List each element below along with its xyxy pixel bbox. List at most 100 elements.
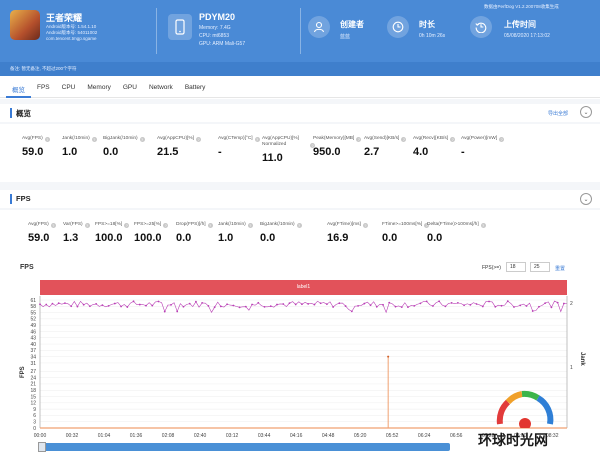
tab-overview[interactable]: 概览	[6, 78, 31, 98]
user-icon	[308, 16, 330, 38]
upload-label: 上传时间	[504, 20, 536, 29]
help-icon[interactable]: ?	[50, 223, 56, 228]
stat-label-text: Jank(/10min)	[62, 136, 90, 141]
help-icon[interactable]: ?	[195, 137, 201, 142]
report-header: 王者荣耀 Android版本号: 1.54.1.10 Android版本号: 5…	[0, 0, 600, 62]
stat-label: Avg(Recv)[KB/s]?	[413, 136, 456, 142]
fps-stat: Var(FPS)? 1.3	[63, 222, 90, 244]
help-icon[interactable]: ?	[401, 137, 407, 142]
tab-bar: 概览 FPS CPU Memory GPU Network Battery	[0, 78, 600, 98]
label-bar[interactable]: label1	[40, 280, 567, 295]
stat-label-text: FPS>=18[%]	[95, 222, 123, 227]
note-bar[interactable]: 备注: 暂无备注, 不超过200个字符	[0, 62, 600, 76]
stat-label: Avg(FPS)?	[22, 136, 50, 142]
game-meta: Android版本号: 1.54.1.10 Android版本号: 540110…	[46, 24, 98, 41]
help-icon[interactable]: ?	[44, 137, 50, 142]
stat-label: BigJank(/10min)?	[260, 222, 302, 228]
section-accent	[10, 194, 12, 204]
stat-value: 100.0	[134, 232, 162, 244]
stat-label: BigJank(/10min)?	[103, 136, 145, 142]
help-icon[interactable]: ?	[296, 223, 302, 228]
header-divider	[156, 8, 157, 54]
help-icon[interactable]: ?	[247, 223, 253, 228]
tab-network[interactable]: Network	[143, 78, 179, 98]
fps-stat: FPS>=25[%]? 100.0	[134, 222, 169, 244]
overview-stat: Avg(Send)[KB/s]? 2.7	[364, 136, 407, 158]
collapse-button[interactable]: ⌄	[580, 193, 592, 205]
chevron-down-icon: ⌄	[583, 109, 589, 116]
history-icon	[470, 16, 492, 38]
chevron-down-icon: ⌄	[583, 196, 589, 203]
stat-value: 100.0	[95, 232, 123, 244]
tab-cpu[interactable]: CPU	[56, 78, 82, 98]
stat-label-text: Jank(/10min)	[218, 222, 246, 227]
help-icon[interactable]: ?	[356, 137, 362, 142]
stat-value: 0.0	[176, 232, 192, 244]
stat-label-text: FPS>=25[%]	[134, 222, 162, 227]
help-icon[interactable]: ?	[362, 223, 368, 228]
tab-battery[interactable]: Battery	[179, 78, 212, 98]
stat-label-text: Var(FPS)	[63, 222, 83, 227]
fps-section-header: FPS ⌄	[0, 190, 600, 208]
overview-stat: Avg(AppCPU)[%]? 21.5	[157, 136, 201, 158]
fps-stat: FPS>=18[%]? 100.0	[95, 222, 130, 244]
timeline-scrollbar[interactable]	[38, 443, 450, 451]
stat-value: 1.0	[218, 232, 234, 244]
fps-threshold-input-1[interactable]: 18	[506, 262, 526, 272]
stat-value: -	[218, 146, 222, 158]
stat-label-text: BigJank(/10min)	[260, 222, 295, 227]
stat-value: 0.0	[103, 146, 119, 158]
duration-value: 0h 10m 26s	[419, 33, 446, 39]
chart-title: FPS	[20, 264, 34, 271]
overview-section-header: 概览 导出全部	[0, 104, 600, 122]
help-icon[interactable]: ?	[139, 137, 145, 142]
stat-label-text: Avg(Recv)[KB/s]	[413, 136, 449, 141]
collapse-button[interactable]: ⌄	[580, 106, 592, 118]
perfdog-note: 数据由PerfDog V1.2.200708收集生成	[484, 4, 559, 9]
help-icon[interactable]: ?	[480, 223, 486, 228]
tab-fps[interactable]: FPS	[31, 78, 56, 98]
help-icon[interactable]: ?	[91, 137, 97, 142]
tab-memory[interactable]: Memory	[81, 78, 116, 98]
stat-label-text: Avg(AppCPU)[%]	[157, 136, 194, 141]
export-all-link[interactable]: 导出全部	[548, 110, 568, 117]
stat-label: Jank(/10min)?	[218, 222, 253, 228]
stat-value: 0.0	[427, 232, 443, 244]
fps-filter-label: FPS(>=)	[482, 265, 501, 271]
stat-label: Var(FPS)?	[63, 222, 90, 228]
overview-stat: Peak(Memory)[MB]? 950.0	[313, 136, 362, 158]
stat-value: 21.5	[157, 146, 179, 158]
reset-link[interactable]: 重置	[555, 265, 565, 272]
timeline-scroll-handle[interactable]	[38, 442, 46, 452]
help-icon[interactable]: ?	[450, 137, 456, 142]
duration-label: 时长	[419, 20, 435, 29]
fps-stat: Avg(FTime)[ms]? 16.9	[327, 222, 368, 244]
help-icon[interactable]: ?	[163, 223, 169, 228]
fps-stat: Drop(FPS)[/h]? 0.0	[176, 222, 213, 244]
help-icon[interactable]: ?	[124, 223, 130, 228]
overview-stat: Avg(FPS)? 59.0	[22, 136, 50, 158]
help-icon[interactable]: ?	[207, 223, 213, 228]
stat-label-text: FTime>=100ms[%]	[382, 222, 423, 227]
section-accent	[10, 108, 12, 118]
game-icon	[10, 10, 40, 40]
stat-label-text: Delta(FTime)>100ms[/h]	[427, 222, 479, 227]
stat-label-text: BigJank(/10min)	[103, 136, 138, 141]
stat-label: Avg(FTime)[ms]?	[327, 222, 368, 228]
help-icon[interactable]: ?	[84, 223, 90, 228]
stat-label: Avg(AppCPU)[%] Normalized?	[262, 136, 315, 148]
stat-label-text: Drop(FPS)[/h]	[176, 222, 206, 227]
overview-stat: Avg(AppCPU)[%] Normalized? 11.0	[262, 136, 315, 164]
stat-value: 0.0	[260, 232, 276, 244]
fps-threshold-input-2[interactable]: 25	[530, 262, 550, 272]
help-icon[interactable]: ?	[254, 137, 260, 142]
stat-value: 1.0	[62, 146, 78, 158]
help-icon[interactable]: ?	[499, 137, 505, 142]
upload-value: 05/08/2020 17:13:02	[504, 33, 550, 39]
overview-stat: Avg(CTemp)[°C]? -	[218, 136, 260, 158]
fps-stat: Avg(FPS)? 59.0	[28, 222, 56, 244]
creator-value: 蓝蓝	[340, 34, 351, 40]
tab-gpu[interactable]: GPU	[117, 78, 143, 98]
stat-label: Avg(Send)[KB/s]?	[364, 136, 407, 142]
stat-value: 2.7	[364, 146, 380, 158]
